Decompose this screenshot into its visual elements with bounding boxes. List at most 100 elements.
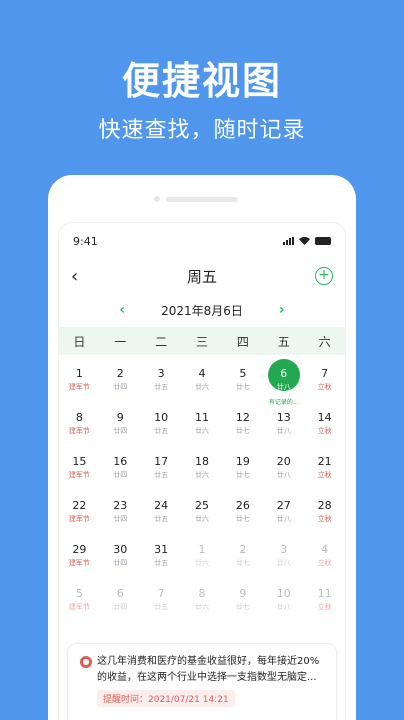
lunar-date: 建军节 bbox=[68, 559, 90, 567]
day-number: 3 bbox=[280, 543, 288, 556]
calendar-day[interactable]: 5 廿七 bbox=[222, 359, 263, 403]
weekday-label: 日 bbox=[73, 334, 86, 349]
lunar-date: 立秋 bbox=[317, 515, 332, 523]
memo-indicator: 有记录的... bbox=[268, 399, 299, 406]
calendar-day[interactable]: 1 廿六 bbox=[182, 535, 223, 579]
lunar-date: 廿五 bbox=[154, 427, 169, 435]
day-number: 21 bbox=[317, 455, 332, 468]
calendar-day[interactable]: 3 廿五 bbox=[141, 359, 182, 403]
calendar-day[interactable]: 8 建军节 bbox=[59, 403, 100, 447]
calendar-day[interactable]: 14 立秋 bbox=[304, 403, 345, 447]
lunar-date: 建军节 bbox=[68, 603, 90, 611]
calendar-day[interactable]: 6 廿四 bbox=[100, 579, 141, 623]
calendar-day[interactable]: 9 廿四 bbox=[100, 403, 141, 447]
battery-icon bbox=[315, 237, 331, 245]
day-number: 22 bbox=[72, 499, 87, 512]
calendar-day[interactable]: 9 廿七 bbox=[222, 579, 263, 623]
lunar-date: 廿六 bbox=[195, 559, 209, 567]
calendar-day[interactable]: 10 廿八 bbox=[263, 579, 304, 623]
lunar-date: 廿六 bbox=[195, 471, 209, 479]
lunar-date: 建军节 bbox=[68, 383, 90, 391]
calendar-day[interactable]: 13 廿八 bbox=[263, 403, 304, 447]
day-number: 1 bbox=[75, 367, 83, 380]
lunar-date: 廿四 bbox=[113, 603, 128, 611]
calendar-day[interactable]: 1 建军节 bbox=[59, 359, 100, 403]
lunar-date: 廿七 bbox=[235, 471, 250, 479]
calendar-day[interactable]: 5 建军节 bbox=[59, 579, 100, 623]
calendar-day[interactable]: 18 廿六 bbox=[182, 447, 223, 491]
lunar-date: 立秋 bbox=[317, 559, 332, 567]
calendar-day[interactable]: 28 立秋 bbox=[304, 491, 345, 535]
day-number: 26 bbox=[235, 499, 250, 512]
lunar-date: 廿七 bbox=[235, 383, 250, 391]
lunar-date: 廿八 bbox=[276, 471, 291, 479]
calendar-grid: 1 建军节 2 廿四 3 廿五 4 廿六 5 廿七 6 廿八 有记录的... 7 立秋 8 建军节 9 廿四 10 廿五… bbox=[59, 355, 345, 623]
calendar-day[interactable]: 4 廿六 bbox=[182, 359, 223, 403]
lunar-date: 廿五 bbox=[154, 559, 169, 567]
lunar-date: 廿八 bbox=[276, 515, 291, 523]
calendar-week-row: 1 建军节 2 廿四 3 廿五 4 廿六 5 廿七 6 廿八 有记录的... 7 立秋 bbox=[59, 359, 345, 406]
lunar-date: 廿四 bbox=[113, 515, 128, 523]
day-number: 28 bbox=[317, 499, 332, 512]
lunar-date: 廿八 bbox=[276, 603, 291, 611]
remind-time-badge: 提醒时间：2021/07/21 14:21 bbox=[97, 690, 235, 707]
calendar-day[interactable]: 8 廿六 bbox=[182, 579, 223, 623]
day-number: 10 bbox=[276, 587, 291, 600]
day-number: 9 bbox=[239, 587, 247, 600]
day-number: 29 bbox=[72, 543, 87, 556]
calendar-day[interactable]: 25 廿六 bbox=[182, 491, 223, 535]
day-number: 5 bbox=[239, 367, 247, 380]
calendar-day[interactable]: 23 廿四 bbox=[100, 491, 141, 535]
weekday-label: 六 bbox=[318, 334, 331, 349]
calendar-day-selected[interactable]: 6 廿八 有记录的... bbox=[263, 359, 304, 406]
calendar-day[interactable]: 2 廿四 bbox=[100, 359, 141, 403]
day-number: 2 bbox=[239, 543, 247, 556]
calendar-day[interactable]: 7 廿五 bbox=[141, 579, 182, 623]
calendar-day[interactable]: 15 建军节 bbox=[59, 447, 100, 491]
calendar-day[interactable]: 16 廿四 bbox=[100, 447, 141, 491]
back-arrow-icon[interactable]: ‹ bbox=[71, 266, 78, 287]
day-number: 14 bbox=[317, 411, 332, 424]
calendar-day[interactable]: 19 廿七 bbox=[222, 447, 263, 491]
day-number: 8 bbox=[198, 587, 206, 600]
calendar-day[interactable]: 24 廿五 bbox=[141, 491, 182, 535]
weekday-label: 一 bbox=[114, 334, 127, 349]
day-number: 6 bbox=[116, 587, 124, 600]
calendar-day[interactable]: 26 廿七 bbox=[222, 491, 263, 535]
calendar-day[interactable]: 10 廿五 bbox=[141, 403, 182, 447]
day-number: 11 bbox=[195, 411, 209, 424]
calendar-day[interactable]: 7 立秋 bbox=[304, 359, 345, 403]
nav-title: 周五 bbox=[186, 267, 217, 286]
calendar-day[interactable]: 12 廿七 bbox=[222, 403, 263, 447]
calendar-day[interactable]: 31 廿五 bbox=[141, 535, 182, 579]
calendar-day[interactable]: 27 廿八 bbox=[263, 491, 304, 535]
calendar-day[interactable]: 30 廿四 bbox=[100, 535, 141, 579]
prev-month-chevron-icon[interactable]: ‹ bbox=[119, 302, 125, 318]
weekday-label: 三 bbox=[196, 334, 209, 349]
lunar-date: 廿七 bbox=[235, 603, 250, 611]
day-number: 7 bbox=[157, 587, 165, 600]
day-number: 25 bbox=[195, 499, 209, 512]
memo-card[interactable]: ● 这几年消费和医疗的基金收益很好，每年接近20%的收益，在这两个行业中选择一支… bbox=[67, 643, 337, 720]
current-date-label[interactable]: 2021年8月6日 bbox=[161, 302, 243, 319]
calendar-day[interactable]: 29 建军节 bbox=[59, 535, 100, 579]
calendar-day[interactable]: 22 建军节 bbox=[59, 491, 100, 535]
lunar-date: 建军节 bbox=[68, 515, 90, 523]
calendar-day[interactable]: 17 廿五 bbox=[141, 447, 182, 491]
lunar-date: 廿六 bbox=[195, 515, 209, 523]
lunar-date: 建军节 bbox=[68, 427, 90, 435]
calendar-day[interactable]: 20 廿八 bbox=[263, 447, 304, 491]
calendar-day[interactable]: 11 廿六 bbox=[182, 403, 223, 447]
day-number: 15 bbox=[72, 455, 87, 468]
add-event-button[interactable]: + bbox=[315, 267, 333, 285]
lunar-date: 立秋 bbox=[317, 603, 332, 611]
day-number: 7 bbox=[321, 367, 329, 380]
next-month-chevron-icon[interactable]: › bbox=[279, 302, 285, 318]
day-number: 27 bbox=[276, 499, 291, 512]
calendar-day[interactable]: 21 立秋 bbox=[304, 447, 345, 491]
calendar-day[interactable]: 2 廿七 bbox=[222, 535, 263, 579]
calendar-day[interactable]: 11 立秋 bbox=[304, 579, 345, 623]
calendar-day[interactable]: 3 廿八 bbox=[263, 535, 304, 579]
calendar-day[interactable]: 4 立秋 bbox=[304, 535, 345, 579]
lunar-date: 廿七 bbox=[235, 559, 250, 567]
